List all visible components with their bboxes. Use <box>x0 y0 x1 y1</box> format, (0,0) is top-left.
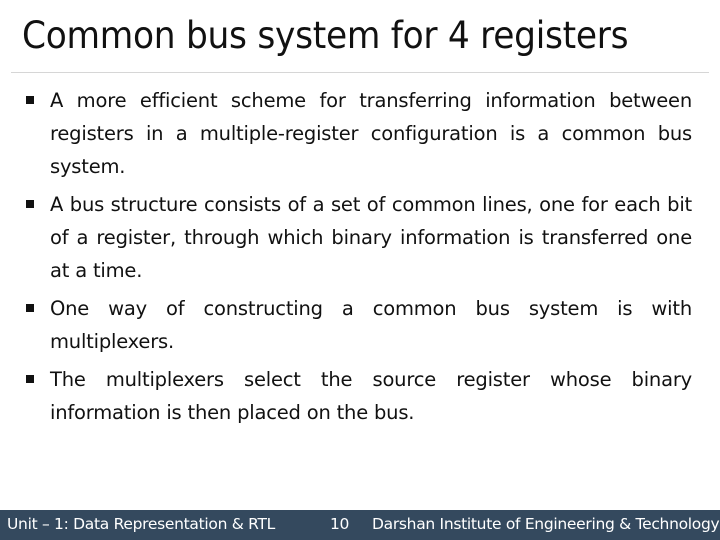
bullet-text: One way of constructing a common bus sys… <box>50 297 692 353</box>
bullet-text: A more efficient scheme for transferring… <box>50 89 692 178</box>
bullet-item: The multiplexers select the source regis… <box>20 363 692 429</box>
bullet-list: A more efficient scheme for transferring… <box>20 84 692 434</box>
footer-page-number: 10 <box>330 515 350 533</box>
bullet-text: A bus structure consists of a set of com… <box>50 193 692 282</box>
square-bullet-icon <box>26 96 34 104</box>
slide-title: Common bus system for 4 registers <box>22 14 629 57</box>
square-bullet-icon <box>26 375 34 383</box>
footer-unit: Unit – 1: Data Representation & RTL <box>7 515 276 533</box>
slide-footer: Unit – 1: Data Representation & RTL 10 D… <box>0 510 720 540</box>
bullet-item: A bus structure consists of a set of com… <box>20 188 692 287</box>
title-divider <box>11 72 709 73</box>
bullet-item: One way of constructing a common bus sys… <box>20 292 692 358</box>
footer-institute: Darshan Institute of Engineering & Techn… <box>372 515 720 533</box>
bullet-item: A more efficient scheme for transferring… <box>20 84 692 183</box>
bullet-text: The multiplexers select the source regis… <box>50 368 692 424</box>
square-bullet-icon <box>26 200 34 208</box>
square-bullet-icon <box>26 304 34 312</box>
